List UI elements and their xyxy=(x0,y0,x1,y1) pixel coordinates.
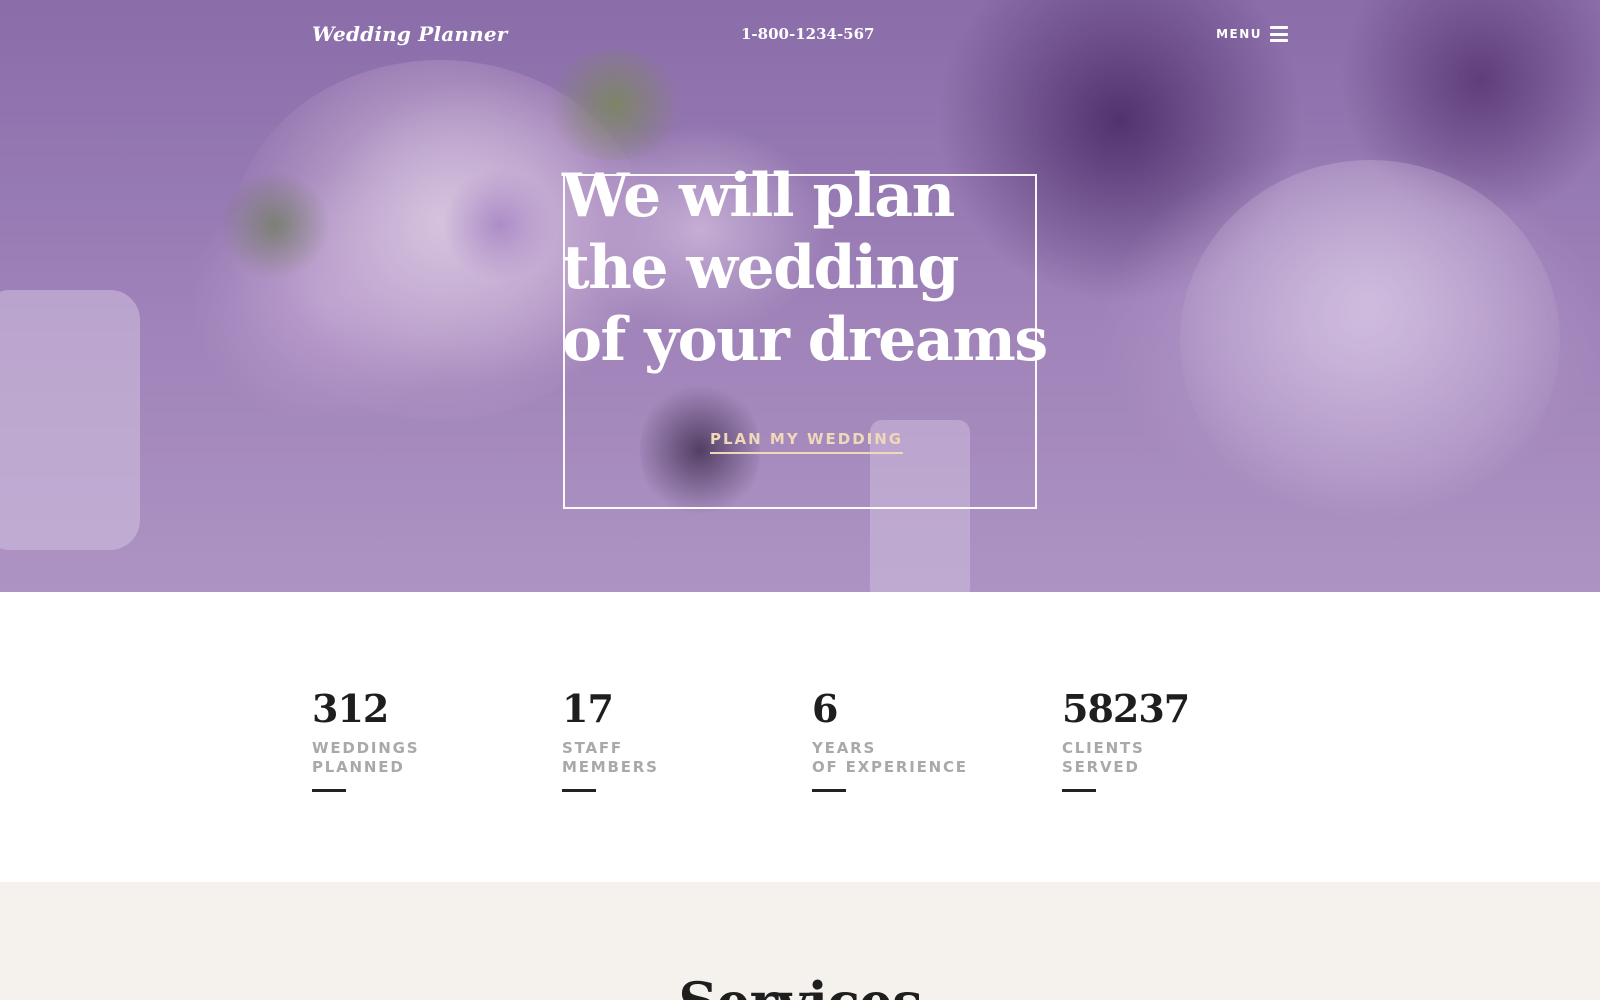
stat-number: 312 xyxy=(312,686,389,731)
stat-divider xyxy=(312,789,346,792)
stat-clients: 58237 CLIENTS SERVED xyxy=(1062,687,1302,792)
stat-label-line: MEMBERS xyxy=(562,758,659,776)
stat-label: CLIENTS SERVED xyxy=(1062,739,1302,777)
stat-divider xyxy=(562,789,596,792)
stats-section: 312 WEDDINGS PLANNED 17 STAFF MEMBERS 6 … xyxy=(0,592,1600,882)
menu-button[interactable]: MENU xyxy=(1216,26,1288,42)
top-nav: Wedding Planner 1-800-1234-567 MENU xyxy=(312,22,1288,52)
services-section: Services xyxy=(0,882,1600,1000)
stat-label: WEDDINGS PLANNED xyxy=(312,739,552,777)
services-title: Services xyxy=(0,970,1600,1000)
stat-label-line: SERVED xyxy=(1062,758,1140,776)
stat-staff: 17 STAFF MEMBERS xyxy=(562,687,802,792)
menu-label: MENU xyxy=(1216,27,1262,41)
stat-label-line: CLIENTS xyxy=(1062,739,1145,757)
stat-label-line: PLANNED xyxy=(312,758,405,776)
stat-label: STAFF MEMBERS xyxy=(562,739,802,777)
stat-label-line: STAFF xyxy=(562,739,623,757)
stat-divider xyxy=(812,789,846,792)
stat-label-line: OF EXPERIENCE xyxy=(812,758,968,776)
hamburger-icon xyxy=(1270,26,1288,42)
site-logo[interactable]: Wedding Planner xyxy=(312,22,508,46)
stat-number: 58237 xyxy=(1062,686,1190,731)
stat-number: 6 xyxy=(812,686,838,731)
stat-divider xyxy=(1062,789,1096,792)
stat-label: YEARS OF EXPERIENCE xyxy=(812,739,1052,777)
headline-line: the wedding xyxy=(562,233,960,303)
stat-number: 17 xyxy=(562,686,614,731)
hero-section: Wedding Planner 1-800-1234-567 MENU We w… xyxy=(0,0,1600,592)
headline-line: of your dreams xyxy=(562,305,1048,375)
stat-years: 6 YEARS OF EXPERIENCE xyxy=(812,687,1052,792)
plan-my-wedding-button[interactable]: PLAN MY WEDDING xyxy=(710,430,904,454)
stat-label-line: WEDDINGS xyxy=(312,739,420,757)
headline-line: We will plan xyxy=(562,161,955,231)
stat-weddings: 312 WEDDINGS PLANNED xyxy=(312,687,552,792)
phone-link[interactable]: 1-800-1234-567 xyxy=(741,25,874,43)
hero-headline: We will plan the wedding of your dreams xyxy=(562,160,1048,376)
stat-label-line: YEARS xyxy=(812,739,877,757)
